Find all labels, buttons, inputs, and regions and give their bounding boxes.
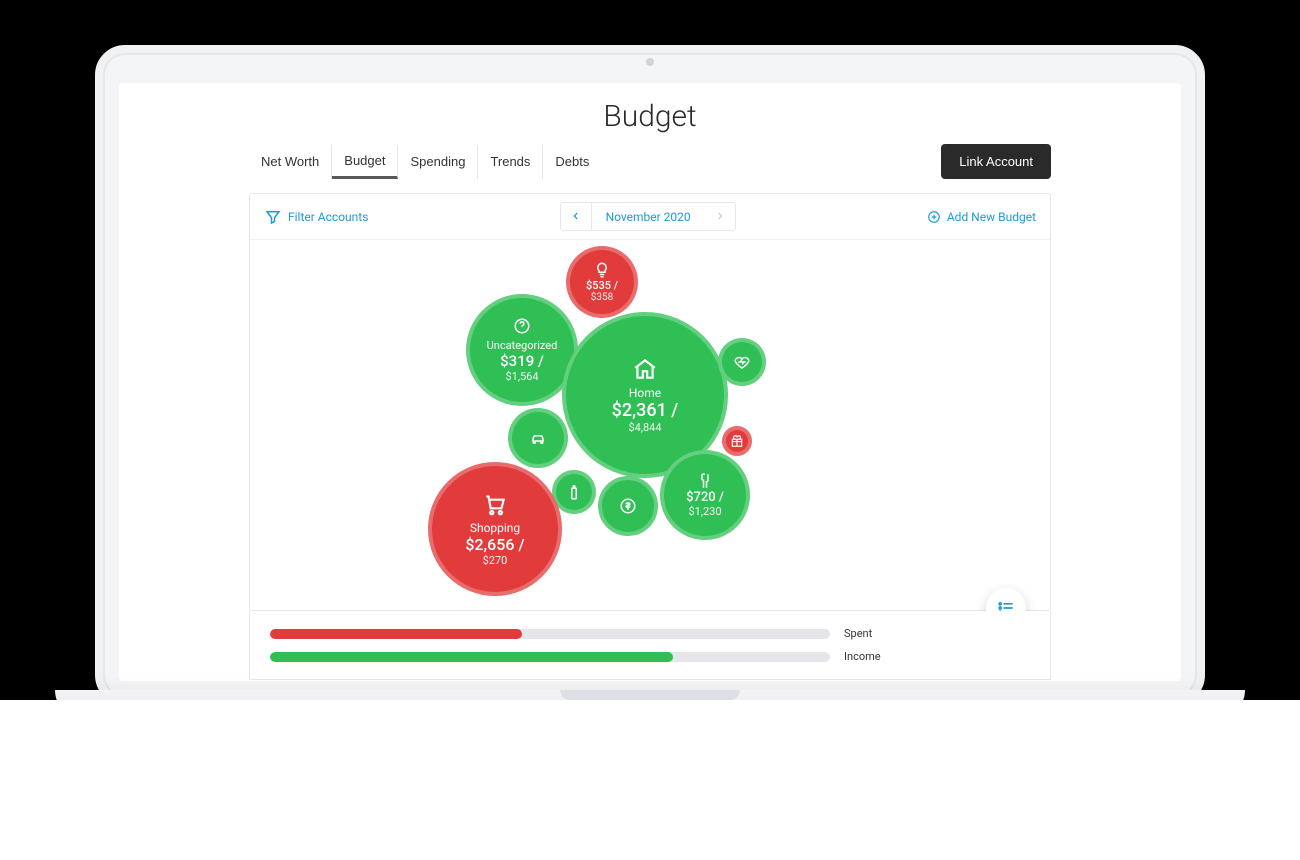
chevron-left-icon — [571, 211, 581, 221]
laptop-camera — [646, 58, 654, 66]
question-icon — [513, 317, 531, 335]
bubble-utilities[interactable]: $535 / $358 — [566, 246, 638, 318]
income-bar-label: Income — [844, 650, 881, 663]
income-bar-fill — [270, 652, 673, 662]
tab-budget[interactable]: Budget — [332, 145, 398, 179]
spent-bar-fill — [270, 629, 522, 639]
bubble-amount: $2,361 / — [612, 400, 679, 421]
cart-icon — [482, 491, 508, 517]
bubble-food[interactable]: $720 / $1,230 — [660, 450, 750, 540]
bubble-amount: $535 / — [586, 279, 618, 292]
income-bar-row: Income — [270, 650, 960, 663]
bulb-icon — [593, 261, 611, 279]
bubble-limit: $270 — [483, 554, 508, 567]
bubble-limit: $1,230 — [688, 505, 721, 518]
tab-debts[interactable]: Debts — [543, 145, 601, 179]
bubble-category: Uncategorized — [487, 339, 558, 352]
bubble-category: Shopping — [470, 521, 520, 535]
personal-care-icon — [565, 483, 583, 501]
filter-icon — [264, 208, 282, 226]
prev-month-button[interactable] — [561, 203, 592, 230]
summary-bars: Spent Income — [249, 611, 1051, 680]
bubble-chart: $535 / $358 Uncategorized $319 / $1,564 … — [250, 240, 1050, 610]
month-navigator: November 2020 — [560, 202, 736, 231]
dollar-icon — [619, 497, 637, 515]
nav-tabs: Net Worth Budget Spending Trends Debts — [249, 145, 601, 179]
bubble-limit: $358 — [591, 292, 613, 303]
top-bar: Net Worth Budget Spending Trends Debts L… — [119, 144, 1181, 179]
bubble-fees[interactable] — [598, 476, 658, 536]
tab-trends[interactable]: Trends — [478, 145, 543, 179]
month-label[interactable]: November 2020 — [592, 204, 705, 230]
utensils-icon — [696, 472, 714, 490]
plus-circle-icon — [927, 210, 941, 224]
app-screen: Budget Net Worth Budget Spending Trends … — [119, 83, 1181, 681]
bubble-category: Home — [629, 386, 661, 400]
filter-accounts-label: Filter Accounts — [288, 210, 368, 224]
add-new-budget-label: Add New Budget — [947, 210, 1036, 224]
bubble-amount: $319 / — [500, 352, 544, 370]
filter-accounts-link[interactable]: Filter Accounts — [264, 208, 368, 226]
laptop-frame: Budget Net Worth Budget Spending Trends … — [95, 45, 1205, 705]
spent-bar-row: Spent — [270, 627, 960, 640]
income-bar-track — [270, 652, 830, 662]
spent-bar-label: Spent — [844, 627, 872, 640]
page-title: Budget — [119, 99, 1181, 134]
tab-net-worth[interactable]: Net Worth — [249, 145, 332, 179]
bubble-amount: $2,656 / — [465, 535, 524, 554]
gift-icon — [730, 434, 744, 448]
bubble-limit: $4,844 — [628, 421, 661, 434]
heart-icon — [733, 353, 751, 371]
spent-bar-track — [270, 629, 830, 639]
bubble-amount: $720 / — [686, 490, 724, 505]
add-new-budget-link[interactable]: Add New Budget — [927, 210, 1036, 224]
budget-panel: Filter Accounts November 2020 Add New — [249, 193, 1051, 611]
bubble-health[interactable] — [718, 338, 766, 386]
chevron-right-icon — [715, 211, 725, 221]
bubble-auto[interactable] — [508, 408, 568, 468]
home-icon — [632, 356, 658, 382]
tab-spending[interactable]: Spending — [398, 145, 478, 179]
panel-toolbar: Filter Accounts November 2020 Add New — [250, 194, 1050, 240]
link-account-button[interactable]: Link Account — [941, 144, 1051, 179]
bubble-gifts[interactable] — [722, 426, 752, 456]
car-icon — [529, 429, 547, 447]
next-month-button[interactable] — [705, 203, 735, 230]
bubble-limit: $1,564 — [505, 370, 538, 383]
bubble-shopping[interactable]: Shopping $2,656 / $270 — [428, 462, 562, 596]
laptop-deck — [55, 690, 1245, 720]
